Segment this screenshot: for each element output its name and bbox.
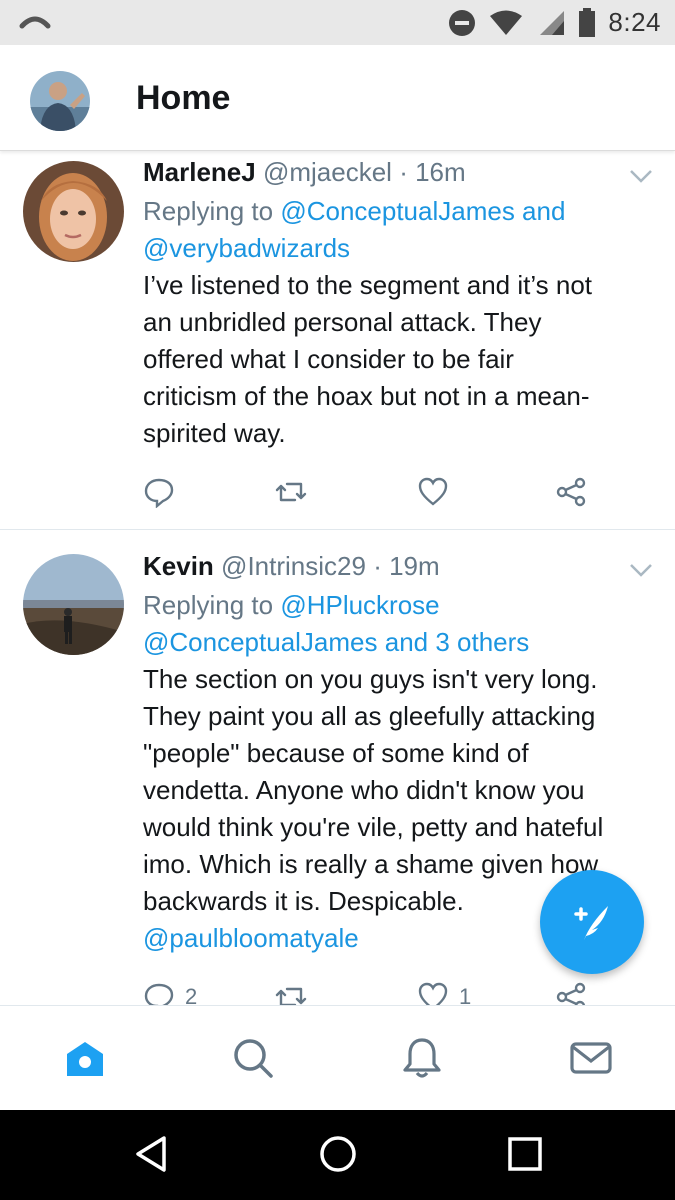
- tweet-actions: 2 1: [143, 980, 603, 1005]
- profile-avatar[interactable]: [30, 71, 90, 131]
- replying-to: Replying to @ConceptualJames and @veryba…: [143, 193, 653, 267]
- back-icon[interactable]: [132, 1134, 172, 1174]
- reply-icon: [144, 983, 174, 1005]
- status-time: 8:24: [608, 7, 661, 37]
- retweet-button[interactable]: [275, 980, 317, 1005]
- author-name[interactable]: MarleneJ: [143, 157, 256, 187]
- tweet-text-line: offered what I consider to be fair: [143, 344, 514, 374]
- home-circle-icon[interactable]: [318, 1134, 358, 1174]
- share-button[interactable]: [555, 980, 587, 1005]
- chevron-down-icon[interactable]: [629, 169, 653, 183]
- notifications-bell-icon[interactable]: [400, 1036, 444, 1080]
- author-handle[interactable]: @mjaeckel: [263, 157, 392, 187]
- tweet-text-line: would think you're vile, petty and hatef…: [143, 812, 604, 842]
- tweet-text: I’ve listened to the segment and it’s no…: [143, 267, 653, 452]
- tweet-item[interactable]: MarleneJ @mjaeckel · 16m Replying to @Co…: [0, 151, 675, 529]
- replying-to-label: Replying to: [143, 590, 281, 620]
- tweet-text-line: an unbridled personal attack. They: [143, 307, 542, 337]
- tweet-text-line: "people" because of some kind of: [143, 738, 529, 768]
- mention-link[interactable]: @verybadwizards: [143, 233, 350, 263]
- compose-tweet-icon: [574, 906, 608, 940]
- wifi-icon: [490, 10, 523, 35]
- tweet-text-line: They paint you all as gleefully attackin…: [143, 701, 596, 731]
- heart-icon: [418, 477, 448, 506]
- mention-link[interactable]: @ConceptualJames and 3 others: [143, 627, 529, 657]
- system-navigation-bar: [0, 1110, 675, 1200]
- bottom-tab-bar: [0, 1005, 675, 1110]
- search-icon[interactable]: [231, 1036, 275, 1080]
- tweet-author-avatar[interactable]: [23, 554, 124, 655]
- reply-button[interactable]: [143, 475, 185, 509]
- retweet-button[interactable]: [275, 475, 317, 509]
- notification-arc-icon: [19, 16, 51, 29]
- tweet-header: Kevin @Intrinsic29 · 19m: [143, 549, 653, 583]
- tweet-author-avatar[interactable]: [23, 161, 124, 262]
- retweet-icon: [275, 987, 307, 1005]
- tweet-text-line: The section on you guys isn't very long.: [143, 664, 598, 694]
- heart-icon: [418, 982, 448, 1005]
- tweet-text-line: I’ve listened to the segment and it’s no…: [143, 270, 593, 300]
- chevron-down-icon[interactable]: [629, 563, 653, 577]
- recent-apps-icon[interactable]: [505, 1134, 545, 1174]
- home-icon[interactable]: [63, 1036, 107, 1080]
- share-button[interactable]: [555, 475, 587, 509]
- tweet-time[interactable]: 19m: [389, 551, 440, 581]
- battery-icon: [579, 7, 596, 37]
- replying-to: Replying to @HPluckrose @ConceptualJames…: [143, 587, 653, 661]
- like-button[interactable]: [417, 475, 459, 509]
- status-bar: 8:24: [0, 0, 675, 45]
- share-icon: [556, 477, 586, 507]
- replying-to-label: Replying to: [143, 196, 281, 226]
- messages-envelope-icon[interactable]: [569, 1036, 613, 1080]
- tweet-text-line: criticism of the hoax but not in a mean-: [143, 381, 590, 411]
- tweet-text-line: spirited way.: [143, 418, 286, 448]
- separator-dot: ·: [373, 551, 382, 581]
- author-name[interactable]: Kevin: [143, 551, 214, 581]
- compose-tweet-button[interactable]: [540, 870, 644, 974]
- share-icon: [556, 982, 586, 1005]
- tweet-time[interactable]: 16m: [415, 157, 466, 187]
- do-not-disturb-icon: [449, 9, 476, 36]
- author-handle[interactable]: @Intrinsic29: [221, 551, 366, 581]
- like-count: 1: [459, 984, 472, 1005]
- status-icons: 8:24: [448, 0, 661, 45]
- tweet-body: MarleneJ @mjaeckel · 16m Replying to @Co…: [143, 155, 653, 452]
- like-button[interactable]: 1: [417, 980, 471, 1005]
- mention-and[interactable]: and: [515, 196, 565, 226]
- reply-count: 2: [185, 984, 198, 1005]
- retweet-icon: [275, 482, 307, 502]
- reply-icon: [144, 478, 174, 508]
- signal-icon: [540, 10, 565, 35]
- tweet-header: MarleneJ @mjaeckel · 16m: [143, 155, 653, 189]
- reply-button[interactable]: 2: [143, 980, 197, 1005]
- app-header: Home: [0, 45, 675, 151]
- tweet-actions: [143, 475, 603, 509]
- mention-link[interactable]: @HPluckrose: [280, 590, 439, 620]
- separator-dot: ·: [399, 157, 408, 187]
- tweet-text-line: vendetta. Anyone who didn't know you: [143, 775, 585, 805]
- page-title: Home: [136, 79, 231, 117]
- mention-link[interactable]: @ConceptualJames: [280, 196, 515, 226]
